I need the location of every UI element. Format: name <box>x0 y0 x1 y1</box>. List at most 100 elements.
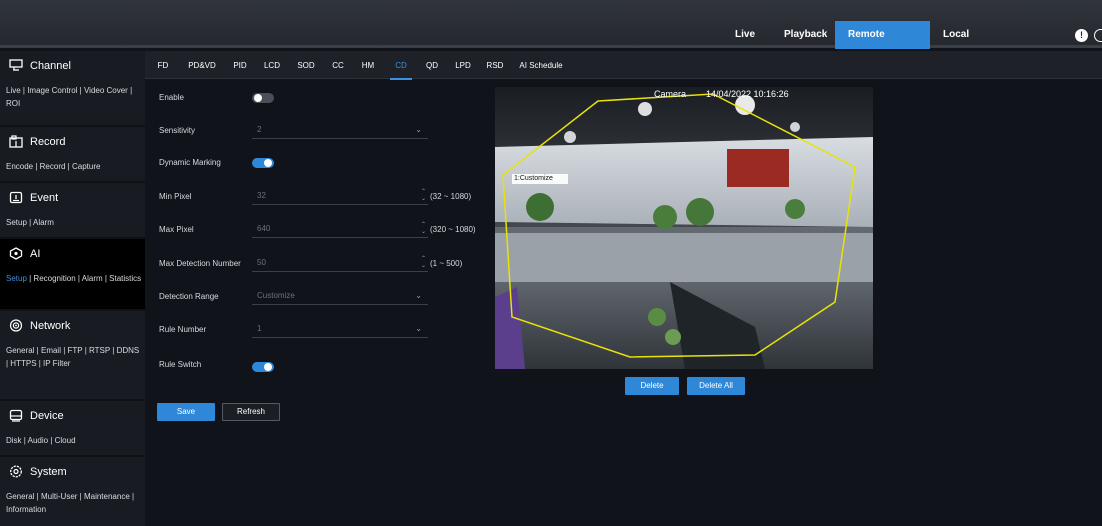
rule-number-value: 1 <box>257 324 262 333</box>
sidebar-item-label: Device <box>30 409 64 422</box>
stepper-icon[interactable]: ⌃ ⌄ <box>421 189 426 203</box>
sidebar-item-label: Event <box>30 191 59 204</box>
sensitivity-value: 2 <box>257 125 262 134</box>
tab-cc[interactable]: CC <box>330 51 346 80</box>
chevron-down-icon: ⌄ <box>415 324 422 333</box>
save-button[interactable]: Save <box>157 403 215 421</box>
rule-switch-toggle[interactable] <box>252 362 274 372</box>
sidebar-section-system: System General | Multi-User | Maintenanc… <box>0 457 145 526</box>
ai-icon <box>9 247 23 260</box>
min-pixel-input[interactable]: 32 ⌃ ⌄ <box>252 188 428 205</box>
power-icon[interactable] <box>1094 29 1102 42</box>
rule-number-label: Rule Number <box>159 325 207 334</box>
sensitivity-select[interactable]: 2 ⌄ <box>252 122 428 139</box>
sidebar-item-label: Network <box>30 319 71 332</box>
sidebar-item-device[interactable]: Device <box>9 409 64 422</box>
enable-toggle[interactable] <box>252 93 274 103</box>
sidebar-links-record[interactable]: Encode | Record | Capture <box>6 160 142 173</box>
delete-all-button[interactable]: Delete All <box>687 377 745 395</box>
tab-ai-schedule[interactable]: AI Schedule <box>518 51 564 80</box>
network-icon <box>9 319 23 332</box>
min-pixel-label: Min Pixel <box>159 192 192 201</box>
main-panel: FD PD&VD PID LCD SOD CC HM CD QD LPD RSD… <box>145 51 1102 526</box>
nav-playback[interactable]: Playback <box>771 21 835 49</box>
sidebar-item-label: System <box>30 465 67 478</box>
detection-range-value: Customize <box>257 291 295 300</box>
sidebar-section-device: Device Disk | Audio | Cloud <box>0 401 145 457</box>
sidebar: Channel Live | Image Control | Video Cov… <box>0 51 145 526</box>
detection-range-label: Detection Range <box>159 292 219 301</box>
sidebar-links-event[interactable]: Setup | Alarm <box>6 216 142 229</box>
sidebar-links-ai[interactable]: Setup | Recognition | Alarm | Statistics <box>6 272 142 285</box>
sensitivity-label: Sensitivity <box>159 126 196 135</box>
sidebar-item-label: Record <box>30 135 66 148</box>
detection-range-select[interactable]: Customize ⌄ <box>252 288 428 305</box>
camera-preview[interactable]: Camera 14/04/2022 10:16:26 1:Customize <box>495 87 873 369</box>
rule-number-select[interactable]: 1 ⌄ <box>252 321 428 338</box>
tab-fd[interactable]: FD <box>153 51 173 80</box>
sidebar-links-device[interactable]: Disk | Audio | Cloud <box>6 434 142 447</box>
sidebar-section-ai: AI Setup | Recognition | Alarm | Statist… <box>0 239 145 311</box>
toggle-knob <box>264 363 272 371</box>
enable-label: Enable <box>159 93 184 102</box>
alert-icon[interactable]: ! <box>1075 29 1088 42</box>
system-icon <box>10 465 22 478</box>
max-detection-label: Max Detection Number <box>159 259 241 268</box>
record-icon <box>9 135 23 148</box>
sidebar-item-channel[interactable]: Channel <box>9 59 71 72</box>
max-detection-input[interactable]: 50 ⌃ ⌄ <box>252 255 428 272</box>
sidebar-item-label: Channel <box>30 59 71 72</box>
device-icon <box>9 409 23 422</box>
max-detection-value: 50 <box>257 258 266 267</box>
sidebar-item-event[interactable]: Event <box>9 191 58 204</box>
nav-live[interactable]: Live <box>722 21 771 49</box>
chevron-down-icon: ⌄ <box>415 291 422 300</box>
max-pixel-value: 640 <box>257 224 271 233</box>
max-pixel-input[interactable]: 640 ⌃ ⌄ <box>252 221 428 238</box>
sidebar-item-label: AI <box>30 247 41 260</box>
tab-rsd[interactable]: RSD <box>485 51 505 80</box>
min-pixel-value: 32 <box>257 191 266 200</box>
chevron-down-icon: ⌄ <box>415 125 422 134</box>
dynamic-marking-toggle[interactable] <box>252 158 274 168</box>
stepper-icon[interactable]: ⌃ ⌄ <box>421 256 426 270</box>
camera-name: Camera <box>654 89 687 99</box>
event-icon <box>9 191 23 204</box>
top-nav: Live Playback Remote Setting Local Setti… <box>722 21 1020 68</box>
sidebar-links-network[interactable]: General | Email | FTP | RTSP | DDNS | HT… <box>6 344 142 370</box>
tab-lcd[interactable]: LCD <box>262 51 282 80</box>
sidebar-item-ai[interactable]: AI <box>9 247 40 260</box>
min-pixel-range: (32 ~ 1080) <box>430 192 472 201</box>
tab-pid[interactable]: PID <box>231 51 249 80</box>
sidebar-section-record: Record Encode | Record | Capture <box>0 127 145 183</box>
sidebar-links-channel[interactable]: Live | Image Control | Video Cover | ROI <box>6 84 142 110</box>
tab-cd[interactable]: CD <box>390 51 412 80</box>
tab-lpd[interactable]: LPD <box>454 51 472 80</box>
toggle-knob <box>254 94 262 102</box>
camera-scene <box>495 87 873 369</box>
tab-bar: FD PD&VD PID LCD SOD CC HM CD QD LPD RSD… <box>145 51 1102 80</box>
refresh-button[interactable]: Refresh <box>222 403 280 421</box>
camera-datetime: 14/04/2022 10:16:26 <box>706 89 789 99</box>
max-detection-range: (1 ~ 500) <box>430 259 463 268</box>
tab-qd[interactable]: QD <box>424 51 440 80</box>
sidebar-item-system[interactable]: System <box>9 465 67 478</box>
sidebar-links-ai-rest[interactable]: | Recognition | Alarm | Statistics <box>27 274 141 283</box>
sidebar-item-record[interactable]: Record <box>9 135 65 148</box>
rule-switch-label: Rule Switch <box>159 360 202 369</box>
sidebar-links-system[interactable]: General | Multi-User | Maintenance | Inf… <box>6 490 142 516</box>
toggle-knob <box>264 159 272 167</box>
delete-button[interactable]: Delete <box>625 377 679 395</box>
sidebar-item-network[interactable]: Network <box>9 319 70 332</box>
tab-sod[interactable]: SOD <box>295 51 317 80</box>
tab-pd-vd[interactable]: PD&VD <box>187 51 217 80</box>
tab-hm[interactable]: HM <box>360 51 376 80</box>
stepper-icon[interactable]: ⌃ ⌄ <box>421 222 426 236</box>
sidebar-link-ai-setup[interactable]: Setup <box>6 274 27 283</box>
app-window: Live Playback Remote Setting Local Setti… <box>0 0 1102 526</box>
nav-remote-setting[interactable]: Remote Setting <box>835 21 930 68</box>
channel-icon <box>9 59 23 71</box>
nav-local-settings[interactable]: Local Settings <box>930 21 1020 68</box>
sidebar-section-event: Event Setup | Alarm <box>0 183 145 239</box>
max-pixel-label: Max Pixel <box>159 225 194 234</box>
